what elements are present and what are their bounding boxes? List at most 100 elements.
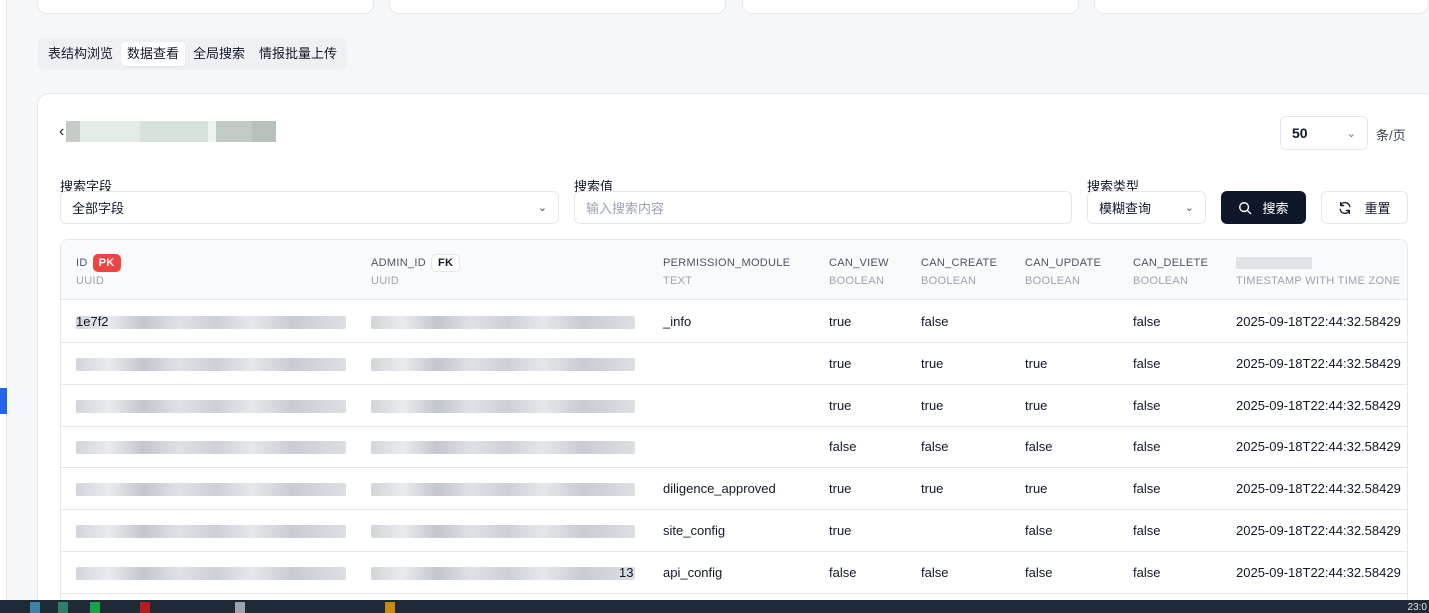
stat-card [389, 0, 726, 14]
redacted-cell [76, 357, 346, 371]
column-name: CAN_VIEW [829, 257, 889, 269]
table-cell-module: site_config [663, 523, 726, 538]
back-chevron-icon[interactable]: ‹ [59, 123, 64, 141]
stat-card [1094, 0, 1429, 14]
search-field-select[interactable]: 全部字段 ⌄ [60, 191, 559, 224]
column-type: BOOLEAN [829, 275, 885, 287]
redacted-cell [76, 566, 346, 580]
sidebar-active-indicator [0, 388, 7, 414]
column-type: BOOLEAN [1025, 275, 1081, 287]
table-row[interactable]: true true true false 2025-09-18T22:44:32.584… [61, 343, 1407, 385]
table-cell-can-create: false [921, 564, 949, 580]
chevron-down-icon: ⌄ [1184, 202, 1194, 214]
table-cell-can-update: true [1025, 481, 1048, 497]
table-cell-can-delete: false [1133, 481, 1161, 497]
column-header-can-update[interactable]: CAN_UPDATE BOOLEAN [1025, 252, 1101, 287]
page-size-suffix: 条/页 [1376, 128, 1406, 143]
redacted-cell [371, 441, 635, 455]
table-header: ID PK UUID ADMIN_ID FK UUID PERMISSION_MOD… [61, 240, 1407, 300]
table-cell-can-delete: false [1133, 564, 1161, 580]
page-size-select[interactable]: 50 ⌄ [1280, 116, 1368, 150]
table-cell-can-delete: false [1133, 523, 1161, 538]
table-cell-can-view: true [829, 314, 852, 329]
chevron-down-icon: ⌄ [1346, 127, 1356, 140]
table-row[interactable]: site_config true false false 2025-09-18T22:4… [61, 510, 1407, 552]
column-header-id[interactable]: ID PK UUID [76, 252, 121, 287]
taskbar-app-icon[interactable] [235, 602, 245, 613]
table-cell-ts: 2025-09-18T22:44:32.58429 [1236, 481, 1401, 497]
table-cell-can-view: true [829, 355, 852, 371]
chevron-down-icon: ⌄ [537, 202, 547, 214]
table-cell-ts: 2025-09-18T22:44:32.58429 [1236, 564, 1401, 580]
table-cell-can-view: true [829, 397, 852, 413]
taskbar-app-icon[interactable] [90, 602, 100, 613]
column-name: PERMISSION_MODULE [663, 257, 791, 269]
search-button[interactable]: 搜索 [1221, 191, 1306, 224]
reset-button[interactable]: 重置 [1321, 191, 1408, 224]
table-cell-ts: 2025-09-18T22:44:32.58429 [1236, 314, 1401, 329]
table-cell-can-create: true [921, 481, 944, 497]
taskbar-app-icon[interactable] [58, 602, 68, 613]
table-name-redacted [66, 121, 276, 142]
column-type: TIMESTAMP WITH TIME ZONE [1236, 275, 1401, 287]
column-header-admin-id[interactable]: ADMIN_ID FK UUID [371, 252, 461, 287]
redacted-cell [371, 399, 635, 413]
column-name: CAN_UPDATE [1025, 257, 1102, 269]
tab-data-view[interactable]: 数据查看 [121, 42, 186, 66]
search-type-select[interactable]: 模糊查询 ⌄ [1087, 191, 1206, 224]
column-header-can-delete[interactable]: CAN_DELETE BOOLEAN [1133, 252, 1208, 287]
tab-global-search[interactable]: 全局搜索 [187, 42, 251, 66]
taskbar-app-icon[interactable] [30, 602, 40, 613]
data-table: ID PK UUID ADMIN_ID FK UUID PERMISSION_MOD… [60, 239, 1408, 613]
os-taskbar: 23:0 [0, 600, 1429, 613]
tab-schema-browse[interactable]: 表结构浏览 [42, 42, 119, 66]
table-cell-module: _info [663, 314, 692, 329]
redacted-cell [371, 566, 635, 580]
search-icon [1239, 201, 1252, 214]
table-cell-ts: 2025-09-18T22:44:32.58429 [1236, 523, 1401, 538]
fk-badge: FK [430, 254, 461, 272]
column-name: ID [76, 257, 88, 269]
table-cell-can-create: false [921, 314, 949, 329]
search-input[interactable]: 输入搜索内容 [574, 191, 1072, 224]
table-cell-can-delete: false [1133, 314, 1161, 329]
column-type: BOOLEAN [1133, 275, 1189, 287]
search-field-value: 全部字段 [72, 201, 125, 216]
column-header-timestamp[interactable]: TIMESTAMP WITH TIME ZONE [1236, 252, 1400, 287]
column-header-can-create[interactable]: CAN_CREATE BOOLEAN [921, 252, 997, 287]
table-cell-can-delete: false [1133, 355, 1161, 371]
table-cell-can-view: true [829, 481, 852, 497]
redacted-cell [371, 316, 635, 329]
tab-bulk-upload[interactable]: 情报批量上传 [253, 42, 343, 66]
table-row[interactable]: 13 api_config false false false false 2025-09-… [61, 552, 1407, 594]
table-cell-can-create: false [921, 439, 949, 455]
column-name-redacted [1236, 257, 1312, 269]
column-type: TEXT [663, 275, 693, 287]
table-cell-can-update: true [1025, 397, 1048, 413]
redacted-cell [76, 483, 346, 497]
redacted-cell [371, 357, 635, 371]
page-size-value: 50 [1292, 125, 1308, 141]
redacted-cell [76, 316, 346, 329]
taskbar-clock: 23:0 [1407, 602, 1427, 613]
pk-badge: PK [92, 254, 121, 272]
table-cell-can-update: true [1025, 355, 1048, 371]
column-header-can-view[interactable]: CAN_VIEW BOOLEAN [829, 252, 889, 287]
view-tabs: 表结构浏览 数据查看 全局搜索 情报批量上传 [38, 38, 348, 70]
table-cell-can-update: false [1025, 564, 1053, 580]
taskbar-app-icon[interactable] [140, 602, 150, 613]
table-cell-can-view: true [829, 523, 852, 538]
taskbar-app-icon[interactable] [385, 602, 395, 613]
table-cell-ts: 2025-09-18T22:44:32.58429 [1236, 439, 1401, 455]
table-row[interactable]: diligence_approved true true true false 2025-… [61, 468, 1407, 511]
column-name: CAN_CREATE [921, 257, 998, 269]
table-row[interactable]: false false false false 2025-09-18T22:44:32.… [61, 426, 1407, 469]
stat-card [742, 0, 1079, 14]
column-header-permission-module[interactable]: PERMISSION_MODULE TEXT [663, 252, 790, 287]
refresh-icon [1340, 201, 1351, 214]
column-type: BOOLEAN [921, 275, 977, 287]
redacted-cell [371, 525, 635, 538]
table-row[interactable]: true true true false 2025-09-18T22:44:32.584… [61, 385, 1407, 427]
column-type: UUID [371, 275, 400, 287]
table-row[interactable]: 1e7f2 _info true false false 2025-09-18T22:44… [61, 301, 1407, 343]
